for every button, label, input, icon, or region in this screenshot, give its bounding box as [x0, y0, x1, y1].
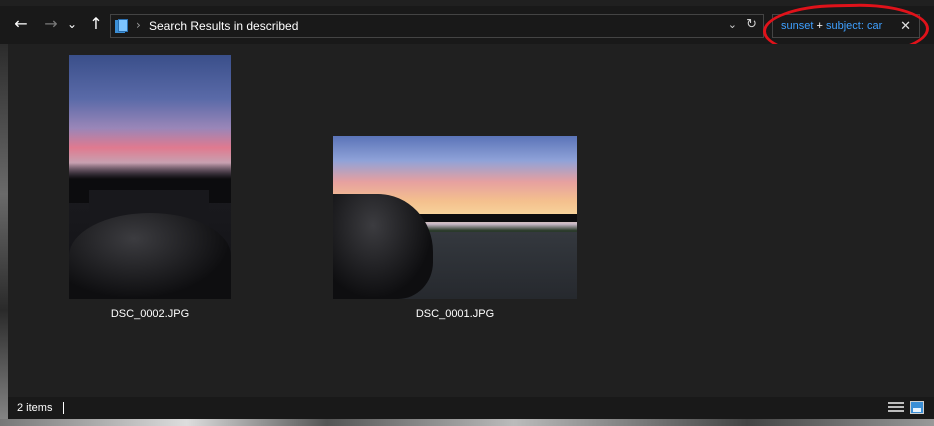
- breadcrumb-separator[interactable]: ›: [136, 18, 141, 32]
- recent-locations-button[interactable]: ⌄: [65, 14, 79, 34]
- file-name-label[interactable]: DSC_0001.JPG: [355, 308, 555, 320]
- chevron-down-icon: ⌄: [66, 17, 78, 31]
- forward-button[interactable]: →: [41, 14, 61, 34]
- arrow-left-icon: ←: [14, 14, 28, 33]
- arrow-right-icon: →: [44, 14, 58, 33]
- refresh-button[interactable]: ↻: [746, 17, 757, 32]
- file-item-dsc-0002[interactable]: DSC_0002.JPG: [8, 44, 314, 334]
- status-bar: 2 items: [8, 397, 934, 419]
- address-bar[interactable]: › Search Results in described ⌄ ↻: [110, 14, 764, 38]
- status-divider: [63, 402, 64, 414]
- address-dropdown-button[interactable]: ⌄: [728, 18, 737, 31]
- thumbnail-dsc-0002[interactable]: [69, 55, 231, 299]
- file-list-view: DSC_0002.JPG DSC_0001.JPG: [8, 44, 934, 396]
- search-results-folder-icon: [115, 19, 129, 33]
- up-button[interactable]: ↑: [86, 14, 106, 34]
- file-name-label[interactable]: DSC_0002.JPG: [50, 308, 250, 320]
- back-button[interactable]: ←: [11, 14, 31, 34]
- breadcrumb-location[interactable]: Search Results in described: [149, 19, 298, 33]
- large-icons-view-icon[interactable]: [910, 401, 924, 414]
- thumbnail-dsc-0001[interactable]: [333, 136, 577, 299]
- item-count: 2 items: [17, 402, 53, 414]
- file-item-dsc-0001[interactable]: DSC_0001.JPG: [318, 44, 618, 334]
- desktop-backdrop-left: [0, 40, 8, 426]
- details-view-icon[interactable]: [888, 402, 904, 414]
- desktop-backdrop-bottom: [0, 419, 934, 426]
- file-explorer-window: ← → ⌄ ↑ › Search Results in described ⌄ …: [0, 0, 934, 426]
- arrow-up-icon: ↑: [89, 14, 103, 33]
